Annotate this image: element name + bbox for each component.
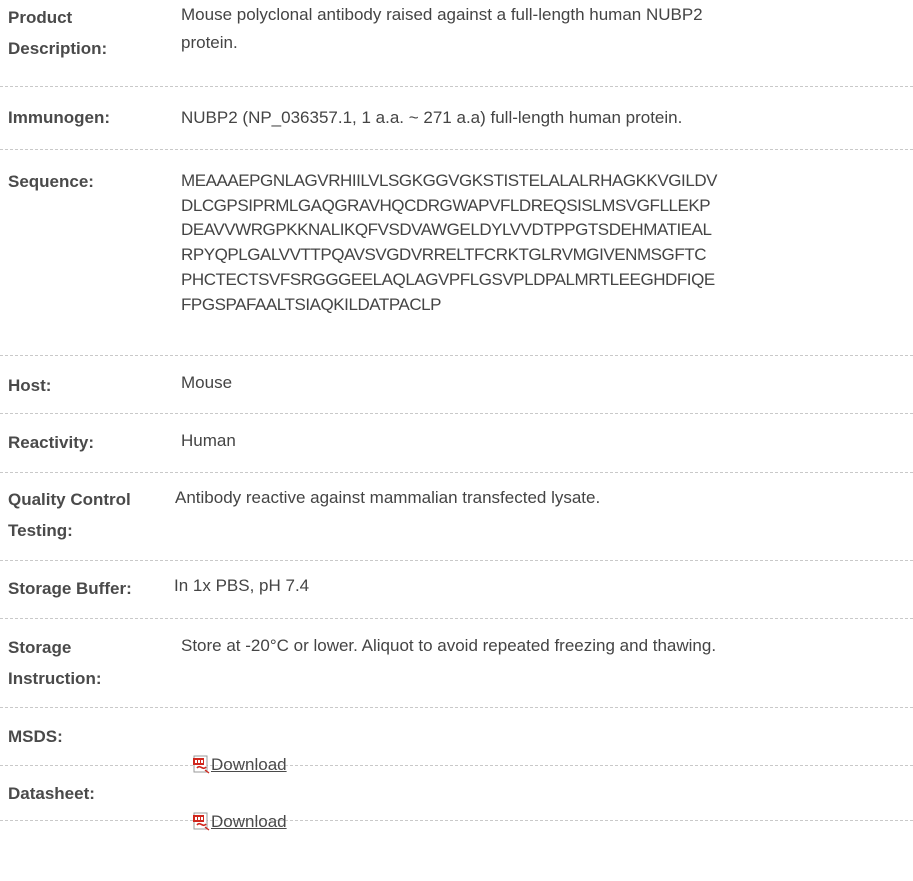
spec-row-datasheet: Datasheet: Download [0,766,913,831]
download-link-text[interactable]: Download [211,806,287,837]
product-spec-table: Product Description: Mouse polyclonal an… [0,0,913,831]
spec-row-msds: MSDS: Download [0,708,913,774]
spec-row-host: Host: Mouse [0,356,913,414]
spec-value: In 1x PBS, pH 7.4 [174,576,310,595]
spec-label: Quality Control Testing: [8,490,131,540]
spec-value: Human [181,431,236,450]
spec-value: Download [193,775,913,841]
spec-row-sequence: Sequence: MEAAAEPGNLAGVRHIILVLSGKGGVGKST… [0,150,913,356]
spec-value: Antibody reactive against mammalian tran… [175,488,601,507]
spec-row-product-description: Product Description: Mouse polyclonal an… [0,0,913,87]
sequence-text: MEAAAEPGNLAGVRHIILVLSGKGGVGKSTISTELALALR… [181,171,718,314]
spec-label: Reactivity: [8,433,94,452]
spec-label: Host: [8,376,52,395]
spec-row-reactivity: Reactivity: Human [0,414,913,473]
spec-row-immunogen: Immunogen: NUBP2 (NP_036357.1, 1 a.a. ~ … [0,87,913,150]
spec-row-quality-control: Quality Control Testing: Antibody reacti… [0,473,913,561]
datasheet-download-link[interactable]: Download [193,806,287,837]
spec-label: Datasheet: [8,784,95,803]
spec-label: Storage Instruction: [8,638,102,688]
spec-value: Mouse polyclonal antibody raised against… [181,5,703,52]
pdf-icon [193,812,210,831]
spec-value: Mouse [181,373,233,392]
spec-value: Store at -20°C or lower. Aliquot to avoi… [181,636,717,655]
spec-label: Product Description: [8,8,108,58]
spec-row-storage-buffer: Storage Buffer: In 1x PBS, pH 7.4 [0,561,913,619]
spec-label: Immunogen: [8,108,110,127]
spec-value: NUBP2 (NP_036357.1, 1 a.a. ~ 271 a.a) fu… [181,108,683,127]
spec-label: Sequence: [8,172,94,191]
spec-row-storage-instruction: Storage Instruction: Store at -20°C or l… [0,619,913,708]
spec-label: Storage Buffer: [8,579,132,598]
spec-label: MSDS: [8,727,63,746]
